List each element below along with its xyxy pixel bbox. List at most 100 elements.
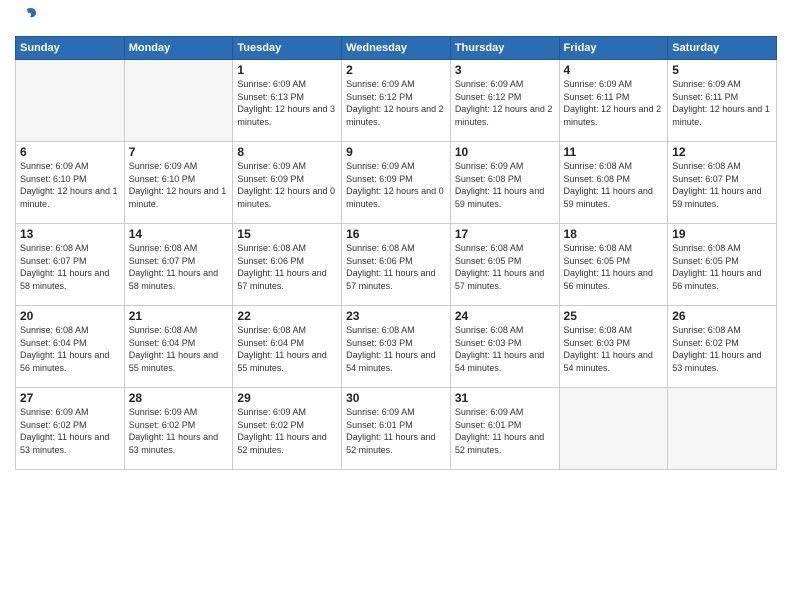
calendar-cell [559, 388, 668, 470]
day-number: 4 [564, 63, 664, 77]
day-number: 31 [455, 391, 555, 405]
calendar-cell [16, 60, 125, 142]
day-info: Sunrise: 6:09 AM Sunset: 6:02 PM Dayligh… [20, 406, 120, 456]
day-number: 6 [20, 145, 120, 159]
day-info: Sunrise: 6:08 AM Sunset: 6:06 PM Dayligh… [346, 242, 446, 292]
calendar-week-0: 1Sunrise: 6:09 AM Sunset: 6:13 PM Daylig… [16, 60, 777, 142]
calendar-cell: 2Sunrise: 6:09 AM Sunset: 6:12 PM Daylig… [342, 60, 451, 142]
day-info: Sunrise: 6:08 AM Sunset: 6:07 PM Dayligh… [20, 242, 120, 292]
calendar-cell [668, 388, 777, 470]
day-number: 25 [564, 309, 664, 323]
day-number: 26 [672, 309, 772, 323]
day-info: Sunrise: 6:08 AM Sunset: 6:03 PM Dayligh… [346, 324, 446, 374]
calendar-cell: 29Sunrise: 6:09 AM Sunset: 6:02 PM Dayli… [233, 388, 342, 470]
calendar-cell: 23Sunrise: 6:08 AM Sunset: 6:03 PM Dayli… [342, 306, 451, 388]
day-number: 16 [346, 227, 446, 241]
day-number: 7 [129, 145, 229, 159]
day-number: 30 [346, 391, 446, 405]
day-info: Sunrise: 6:09 AM Sunset: 6:10 PM Dayligh… [129, 160, 229, 210]
day-number: 20 [20, 309, 120, 323]
calendar-cell: 22Sunrise: 6:08 AM Sunset: 6:04 PM Dayli… [233, 306, 342, 388]
day-info: Sunrise: 6:09 AM Sunset: 6:11 PM Dayligh… [672, 78, 772, 128]
calendar-cell: 3Sunrise: 6:09 AM Sunset: 6:12 PM Daylig… [450, 60, 559, 142]
calendar-cell: 6Sunrise: 6:09 AM Sunset: 6:10 PM Daylig… [16, 142, 125, 224]
page: SundayMondayTuesdayWednesdayThursdayFrid… [0, 0, 792, 612]
day-info: Sunrise: 6:08 AM Sunset: 6:05 PM Dayligh… [455, 242, 555, 292]
calendar-cell: 27Sunrise: 6:09 AM Sunset: 6:02 PM Dayli… [16, 388, 125, 470]
day-info: Sunrise: 6:09 AM Sunset: 6:01 PM Dayligh… [455, 406, 555, 456]
day-info: Sunrise: 6:08 AM Sunset: 6:04 PM Dayligh… [20, 324, 120, 374]
day-info: Sunrise: 6:09 AM Sunset: 6:09 PM Dayligh… [237, 160, 337, 210]
calendar-cell: 19Sunrise: 6:08 AM Sunset: 6:05 PM Dayli… [668, 224, 777, 306]
day-info: Sunrise: 6:09 AM Sunset: 6:13 PM Dayligh… [237, 78, 337, 128]
day-number: 12 [672, 145, 772, 159]
calendar-cell: 26Sunrise: 6:08 AM Sunset: 6:02 PM Dayli… [668, 306, 777, 388]
calendar-cell: 10Sunrise: 6:09 AM Sunset: 6:08 PM Dayli… [450, 142, 559, 224]
calendar-header-row: SundayMondayTuesdayWednesdayThursdayFrid… [16, 37, 777, 60]
day-number: 28 [129, 391, 229, 405]
day-info: Sunrise: 6:09 AM Sunset: 6:08 PM Dayligh… [455, 160, 555, 210]
calendar-cell: 17Sunrise: 6:08 AM Sunset: 6:05 PM Dayli… [450, 224, 559, 306]
calendar-cell: 25Sunrise: 6:08 AM Sunset: 6:03 PM Dayli… [559, 306, 668, 388]
day-number: 5 [672, 63, 772, 77]
weekday-header-saturday: Saturday [668, 37, 777, 60]
weekday-header-wednesday: Wednesday [342, 37, 451, 60]
day-number: 19 [672, 227, 772, 241]
weekday-header-monday: Monday [124, 37, 233, 60]
day-info: Sunrise: 6:08 AM Sunset: 6:05 PM Dayligh… [672, 242, 772, 292]
day-info: Sunrise: 6:08 AM Sunset: 6:07 PM Dayligh… [672, 160, 772, 210]
calendar-cell [124, 60, 233, 142]
calendar-cell: 21Sunrise: 6:08 AM Sunset: 6:04 PM Dayli… [124, 306, 233, 388]
day-number: 23 [346, 309, 446, 323]
day-info: Sunrise: 6:08 AM Sunset: 6:04 PM Dayligh… [129, 324, 229, 374]
calendar-cell: 13Sunrise: 6:08 AM Sunset: 6:07 PM Dayli… [16, 224, 125, 306]
day-number: 18 [564, 227, 664, 241]
calendar-cell: 20Sunrise: 6:08 AM Sunset: 6:04 PM Dayli… [16, 306, 125, 388]
day-number: 17 [455, 227, 555, 241]
day-number: 27 [20, 391, 120, 405]
day-info: Sunrise: 6:09 AM Sunset: 6:12 PM Dayligh… [346, 78, 446, 128]
day-number: 10 [455, 145, 555, 159]
calendar-cell: 31Sunrise: 6:09 AM Sunset: 6:01 PM Dayli… [450, 388, 559, 470]
day-number: 9 [346, 145, 446, 159]
calendar-cell: 4Sunrise: 6:09 AM Sunset: 6:11 PM Daylig… [559, 60, 668, 142]
calendar-week-1: 6Sunrise: 6:09 AM Sunset: 6:10 PM Daylig… [16, 142, 777, 224]
header [15, 10, 777, 28]
day-info: Sunrise: 6:09 AM Sunset: 6:02 PM Dayligh… [129, 406, 229, 456]
day-info: Sunrise: 6:09 AM Sunset: 6:01 PM Dayligh… [346, 406, 446, 456]
calendar-week-4: 27Sunrise: 6:09 AM Sunset: 6:02 PM Dayli… [16, 388, 777, 470]
calendar-cell: 30Sunrise: 6:09 AM Sunset: 6:01 PM Dayli… [342, 388, 451, 470]
calendar-cell: 7Sunrise: 6:09 AM Sunset: 6:10 PM Daylig… [124, 142, 233, 224]
day-number: 14 [129, 227, 229, 241]
logo [15, 10, 38, 28]
calendar-cell: 16Sunrise: 6:08 AM Sunset: 6:06 PM Dayli… [342, 224, 451, 306]
logo-bird-icon [16, 6, 38, 28]
day-number: 2 [346, 63, 446, 77]
calendar-cell: 5Sunrise: 6:09 AM Sunset: 6:11 PM Daylig… [668, 60, 777, 142]
calendar: SundayMondayTuesdayWednesdayThursdayFrid… [15, 36, 777, 470]
calendar-cell: 11Sunrise: 6:08 AM Sunset: 6:08 PM Dayli… [559, 142, 668, 224]
day-info: Sunrise: 6:09 AM Sunset: 6:11 PM Dayligh… [564, 78, 664, 128]
day-number: 24 [455, 309, 555, 323]
day-info: Sunrise: 6:09 AM Sunset: 6:09 PM Dayligh… [346, 160, 446, 210]
weekday-header-friday: Friday [559, 37, 668, 60]
day-number: 3 [455, 63, 555, 77]
calendar-cell: 14Sunrise: 6:08 AM Sunset: 6:07 PM Dayli… [124, 224, 233, 306]
weekday-header-sunday: Sunday [16, 37, 125, 60]
day-number: 21 [129, 309, 229, 323]
day-info: Sunrise: 6:08 AM Sunset: 6:07 PM Dayligh… [129, 242, 229, 292]
weekday-header-tuesday: Tuesday [233, 37, 342, 60]
calendar-cell: 24Sunrise: 6:08 AM Sunset: 6:03 PM Dayli… [450, 306, 559, 388]
calendar-cell: 28Sunrise: 6:09 AM Sunset: 6:02 PM Dayli… [124, 388, 233, 470]
day-info: Sunrise: 6:08 AM Sunset: 6:06 PM Dayligh… [237, 242, 337, 292]
day-info: Sunrise: 6:09 AM Sunset: 6:10 PM Dayligh… [20, 160, 120, 210]
day-number: 29 [237, 391, 337, 405]
day-info: Sunrise: 6:08 AM Sunset: 6:03 PM Dayligh… [564, 324, 664, 374]
day-number: 11 [564, 145, 664, 159]
calendar-cell: 12Sunrise: 6:08 AM Sunset: 6:07 PM Dayli… [668, 142, 777, 224]
day-number: 13 [20, 227, 120, 241]
calendar-cell: 8Sunrise: 6:09 AM Sunset: 6:09 PM Daylig… [233, 142, 342, 224]
day-info: Sunrise: 6:09 AM Sunset: 6:02 PM Dayligh… [237, 406, 337, 456]
day-info: Sunrise: 6:08 AM Sunset: 6:05 PM Dayligh… [564, 242, 664, 292]
day-info: Sunrise: 6:08 AM Sunset: 6:03 PM Dayligh… [455, 324, 555, 374]
